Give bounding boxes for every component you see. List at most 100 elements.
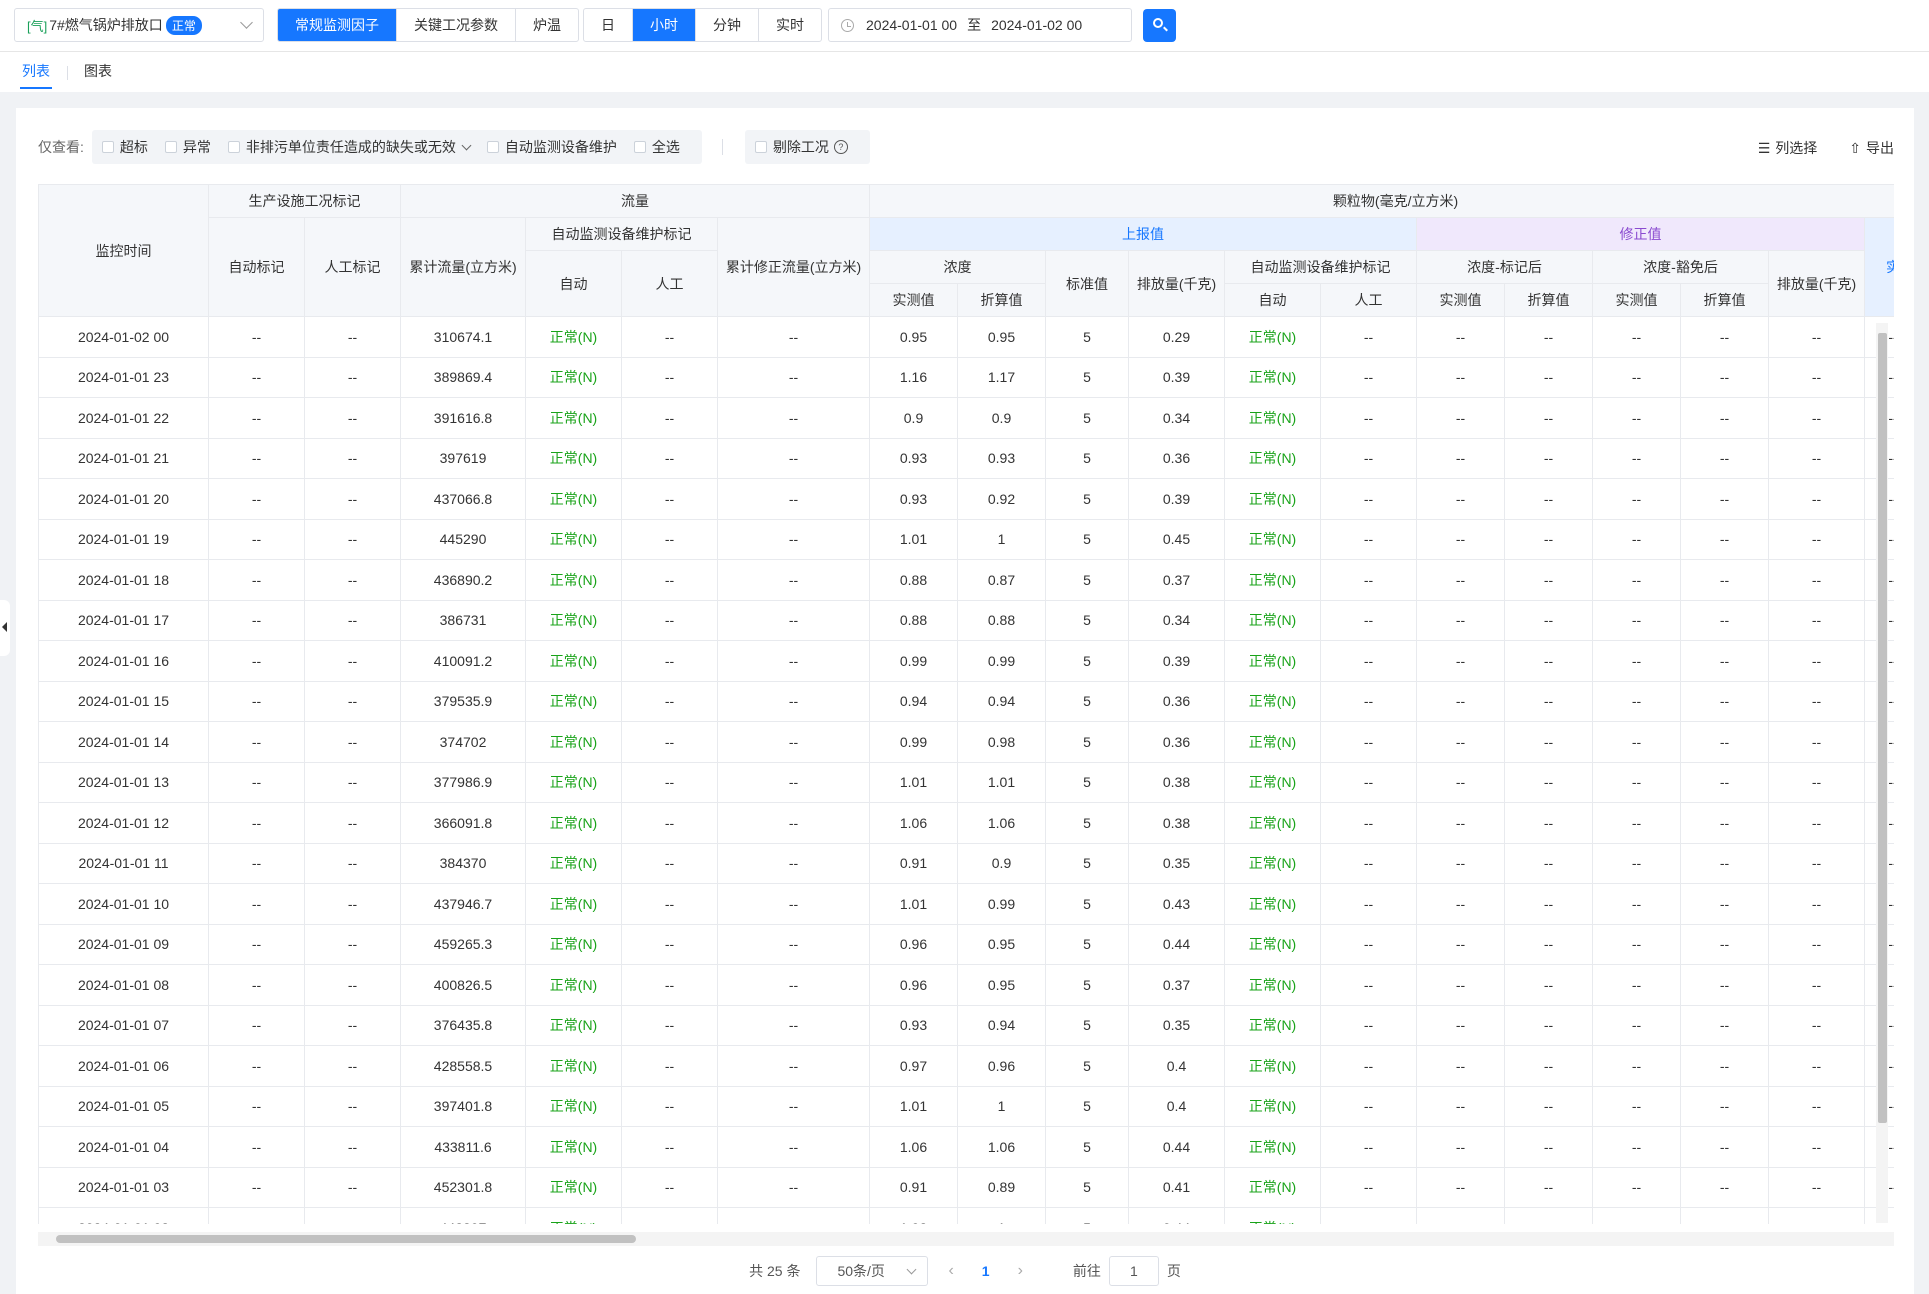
filter-select-all[interactable]: 全选 [633,137,680,157]
data-table-container[interactable]: 监控时间 生产设施工况标记 流量 颗粒物(毫克/立方米) 自动标记 人工标记 累… [38,184,1894,1224]
date-start[interactable]: 2024-01-01 00 [866,17,957,33]
vertical-scrollbar[interactable] [1876,323,1888,1223]
tab-realtime[interactable]: 实时 [759,9,821,41]
date-end[interactable]: 2024-01-02 00 [991,17,1082,33]
header-measured: 实测值 [869,283,958,317]
cell-marked-measured: -- [1416,397,1505,439]
cell-standard: 5 [1045,518,1129,560]
checkbox[interactable] [486,141,499,153]
tab-chart[interactable]: 图表 [84,61,112,81]
next-page-button[interactable]: › [1018,1262,1023,1280]
table-row[interactable]: 2024-01-01 18 -- -- 436890.2 正常(N) -- -- 0.88 0.… [38,559,1894,601]
checkbox[interactable] [164,141,177,153]
tab-list[interactable]: 列表 [22,61,50,81]
filter-abnormal[interactable]: 异常 [164,137,211,157]
table-row[interactable]: 2024-01-01 11 -- -- 384370 正常(N) -- -- 0.91 0.9 5… [38,842,1894,884]
checkbox[interactable] [754,141,767,153]
filter-over-limit[interactable]: 超标 [101,137,148,157]
cell-facility-auto: -- [208,437,305,479]
column-select-button[interactable]: ☰ 列选择 [1758,138,1818,158]
header-flow-maint-auto: 自动 [525,250,622,317]
current-page[interactable]: 1 [982,1263,990,1279]
table-row[interactable]: 2024-01-01 15 -- -- 379535.9 正常(N) -- -- 0.94 0.… [38,680,1894,722]
filter-exclude-conditions[interactable]: 剔除工况? [754,137,848,157]
export-button[interactable]: ⇧ 导出 [1849,138,1894,158]
tab-minute[interactable]: 分钟 [696,9,759,41]
header-facility-marks: 生产设施工况标记 [208,184,401,218]
cell-pm-maint-auto: 正常(N) [1224,923,1321,965]
table-row[interactable]: 2024-01-01 04 -- -- 433811.6 正常(N) -- -- 1.06 1.… [38,1126,1894,1168]
table-row[interactable]: 2024-01-01 07 -- -- 376435.8 正常(N) -- -- 0.93 0.… [38,1004,1894,1046]
checkbox[interactable] [101,141,114,153]
header-conc-exempt: 浓度-豁免后 [1592,250,1769,284]
search-button[interactable] [1143,9,1176,42]
tab-regular-factors[interactable]: 常规监测因子 [278,9,397,41]
cell-flow-maint-manual: -- [621,599,718,641]
table-row[interactable]: 2024-01-01 02----448897正常(N)----1.02150.… [38,1207,1894,1224]
checkbox[interactable] [633,141,646,153]
cell-exempt-measured: -- [1592,599,1681,641]
cell-corrected-emission: -- [1768,397,1865,439]
table-row[interactable]: 2024-01-01 17 -- -- 386731 正常(N) -- -- 0.88 0.88… [38,599,1894,641]
cell-standard: 5 [1045,680,1129,722]
table-row[interactable]: 2024-01-01 19 -- -- 445290 正常(N) -- -- 1.01 1 5 0.… [38,518,1894,560]
table-row[interactable]: 2024-01-01 13 -- -- 377986.9 正常(N) -- -- 1.01 1.… [38,761,1894,803]
cell-flow-maint-auto: 正常(N) [525,802,622,844]
page-size-select[interactable]: 50条/页 [816,1256,929,1286]
table-row[interactable]: 2024-01-01 22 -- -- 391616.8 正常(N) -- -- 0.9 0.9… [38,397,1894,439]
table-row[interactable]: 2024-01-01 06 -- -- 428558.5 正常(N) -- -- 0.97 0.… [38,1045,1894,1087]
cell-exempt-converted: -- [1680,761,1769,803]
table-row[interactable]: 2024-01-01 03 -- -- 452301.8 正常(N) -- -- 0.91 0.… [38,1166,1894,1208]
cell-marked-converted: -- [1504,599,1593,641]
header-monitor-time[interactable]: 监控时间 [38,184,209,317]
table-row[interactable]: 2024-01-01 09 -- -- 459265.3 正常(N) -- -- 0.96 0.… [38,923,1894,965]
cell-facility-auto: -- [208,842,305,884]
scrollbar-thumb[interactable] [56,1235,636,1243]
cell-pm-maint-manual: -- [1320,437,1417,479]
date-range-picker[interactable]: 2024-01-01 00 至 2024-01-02 00 [828,8,1132,42]
cell-flow: 428558.5 [400,1045,526,1087]
cell-facility-manual: -- [304,1207,401,1224]
table-row[interactable]: 2024-01-01 23 -- -- 389869.4 正常(N) -- -- 1.16 1.… [38,356,1894,398]
tab-hour[interactable]: 小时 [633,9,696,41]
filter-missing-invalid[interactable]: 非排污单位责任造成的缺失或无效 [227,137,472,157]
header-flow-corrected: 累计修正流量(立方米) [717,217,870,317]
table-row[interactable]: 2024-01-01 14 -- -- 374702 正常(N) -- -- 0.99 0.98… [38,721,1894,763]
cell-pm-maint-auto: 正常(N) [1224,761,1321,803]
table-row[interactable]: 2024-01-01 08 -- -- 400826.5 正常(N) -- -- 0.96 0.… [38,964,1894,1006]
chevron-down-icon[interactable] [461,140,472,150]
table-row[interactable]: 2024-01-02 00 -- -- 310674.1 正常(N) -- -- 0.95 0.… [38,316,1894,358]
prev-page-button[interactable]: ‹ [948,1262,953,1280]
cell-facility-manual: -- [304,964,401,1006]
table-row[interactable]: 2024-01-01 12 -- -- 366091.8 正常(N) -- -- 1.06 1.… [38,802,1894,844]
goto-page-input[interactable]: 1 [1108,1256,1159,1286]
site-select[interactable]: [气] 7#燃气锅炉排放口 正常 [14,8,264,42]
cell-pm-maint-manual: -- [1320,1166,1417,1208]
tab-day[interactable]: 日 [584,9,633,41]
tab-key-conditions[interactable]: 关键工况参数 [397,9,516,41]
cell-facility-manual: -- [304,478,401,520]
cell-pm-maint-manual: -- [1320,397,1417,439]
table-row[interactable]: 2024-01-01 21 -- -- 397619 正常(N) -- -- 0.93 0.93… [38,437,1894,479]
table-row[interactable]: 2024-01-01 05 -- -- 397401.8 正常(N) -- -- 1.01 1 5… [38,1085,1894,1127]
table-row[interactable]: 2024-01-01 20 -- -- 437066.8 正常(N) -- -- 0.93 0.… [38,478,1894,520]
cell-pm-maint-manual: -- [1320,1045,1417,1087]
filter-maintenance[interactable]: 自动监测设备维护 [486,137,617,157]
help-icon[interactable]: ? [833,140,848,154]
checkbox[interactable] [227,141,240,153]
cell-facility-manual: -- [304,559,401,601]
cell-pm-maint-auto: 正常(N) [1224,437,1321,479]
cell-time: 2024-01-01 17 [38,599,209,641]
cell-exempt-converted: -- [1680,923,1769,965]
search-icon [1153,18,1163,28]
scrollbar-thumb[interactable] [1878,333,1887,1123]
cell-converted: 0.9 [957,842,1046,884]
cell-standard: 5 [1045,397,1129,439]
table-row[interactable]: 2024-01-01 10 -- -- 437946.7 正常(N) -- -- 1.01 0.… [38,883,1894,925]
cell-flow-maint-manual: -- [621,1004,718,1046]
table-row[interactable]: 2024-01-01 16 -- -- 410091.2 正常(N) -- -- 0.99 0.… [38,640,1894,682]
horizontal-scrollbar[interactable] [38,1232,1894,1246]
tab-furnace-temp[interactable]: 炉温 [516,9,578,41]
cell-converted: 0.87 [957,559,1046,601]
sidebar-collapse-toggle[interactable] [0,600,10,656]
